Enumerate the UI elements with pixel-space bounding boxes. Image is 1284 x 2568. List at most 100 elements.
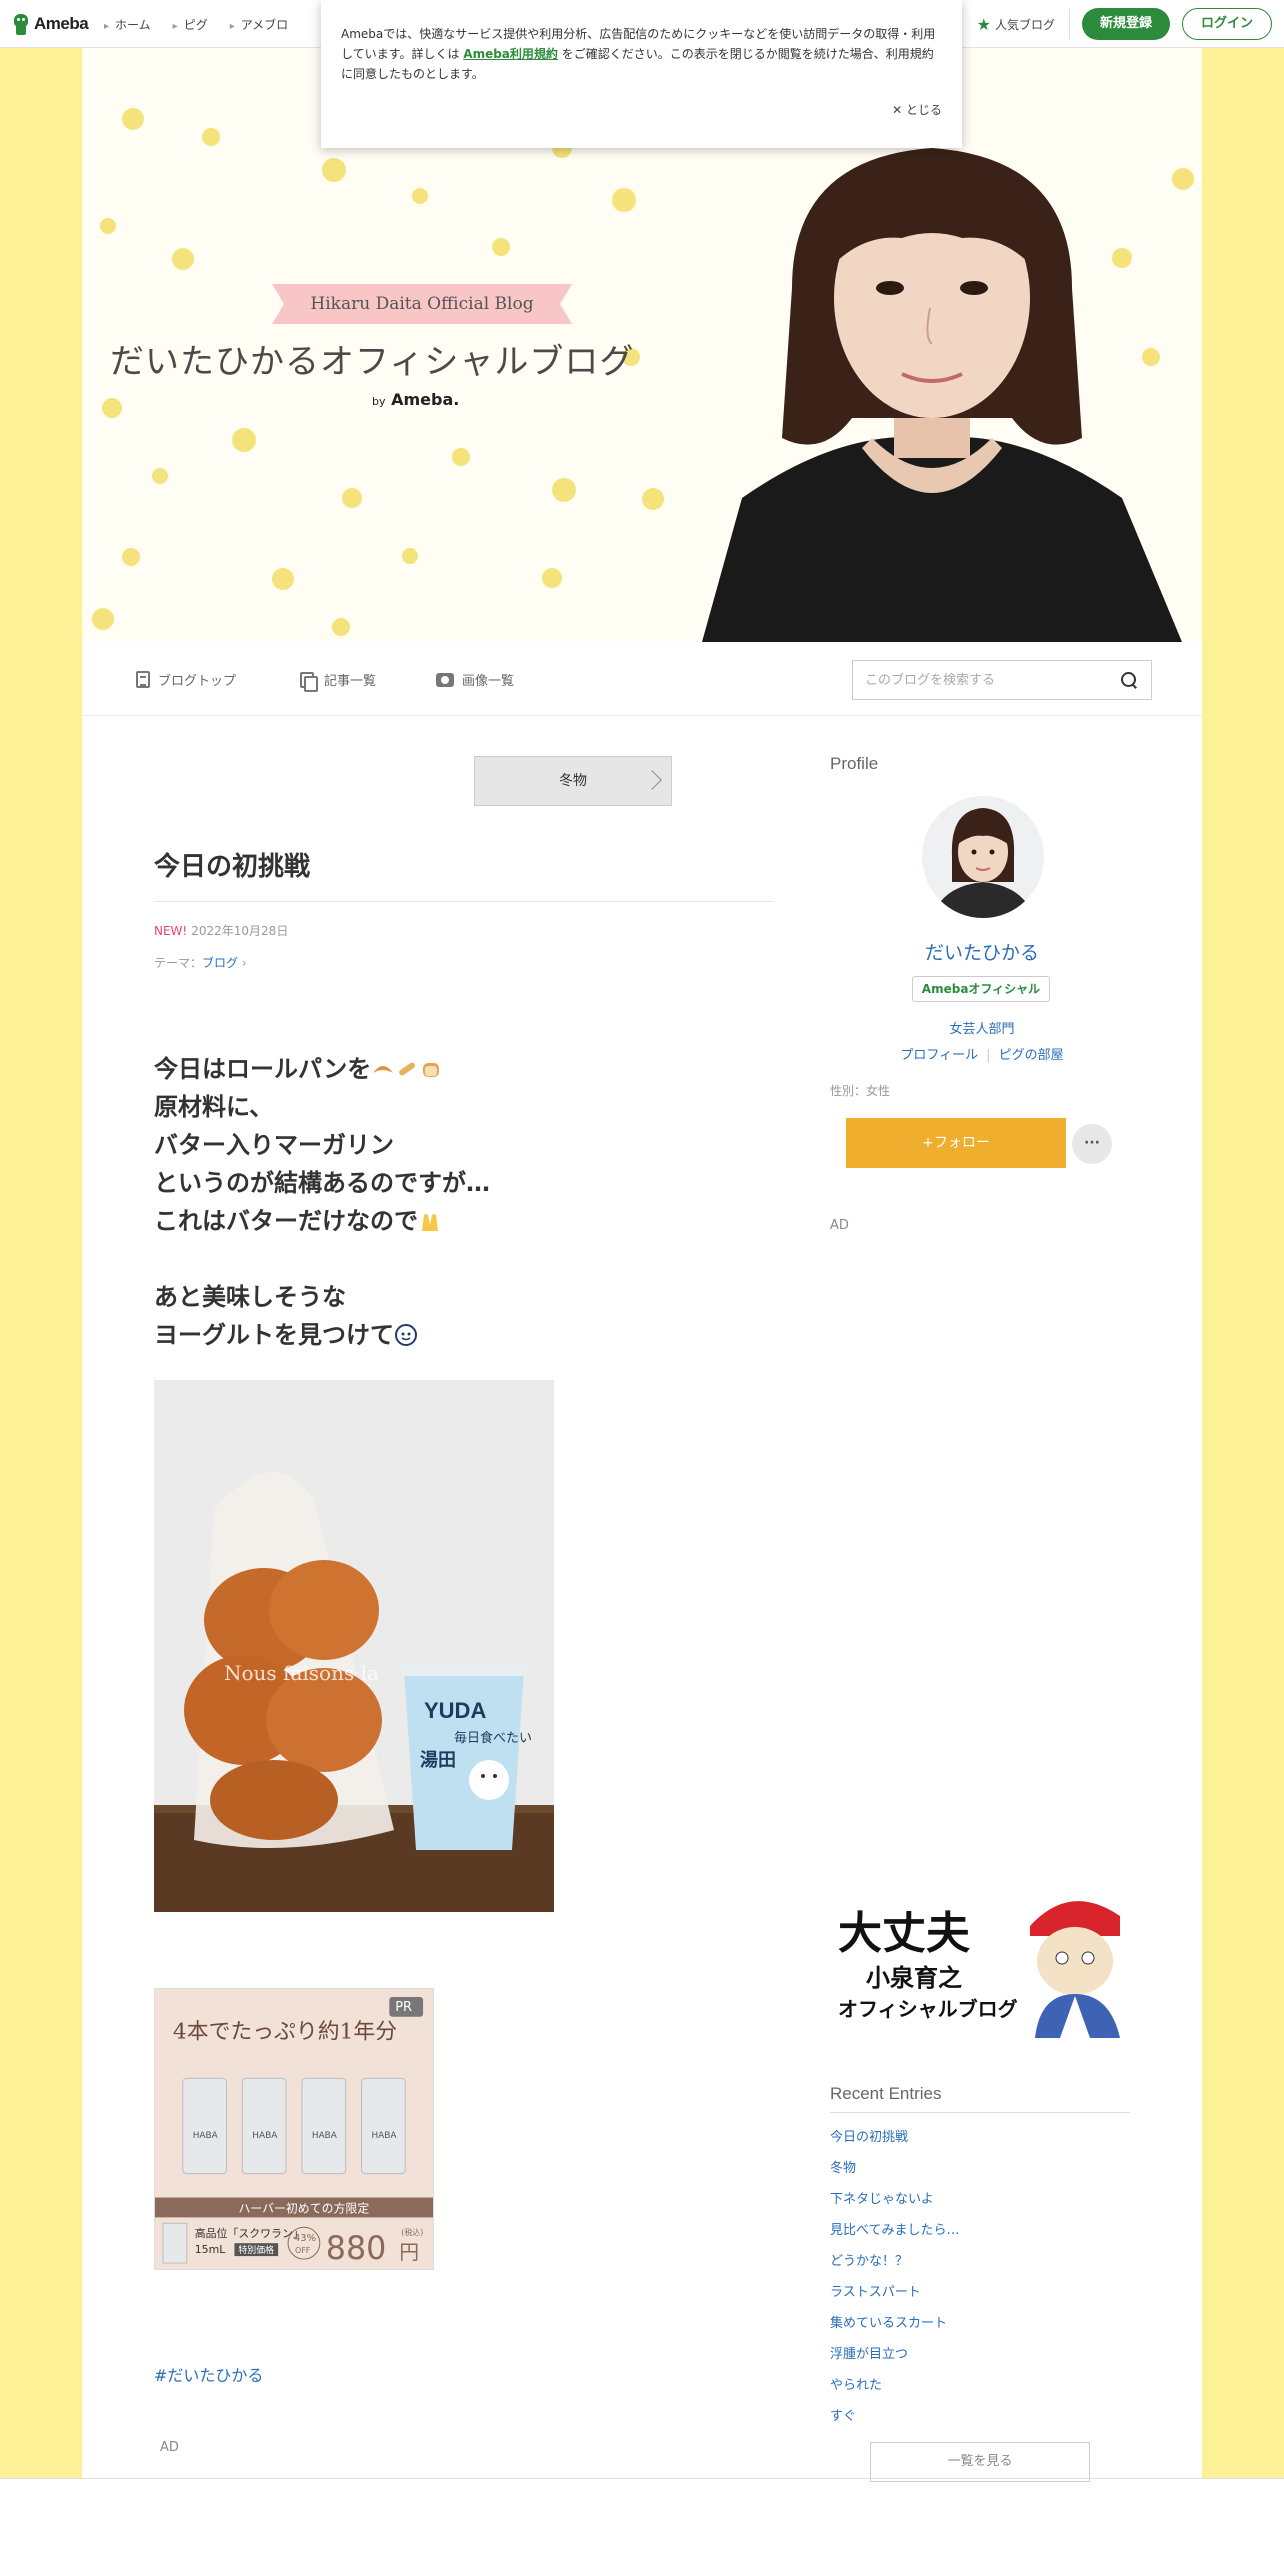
profile-category[interactable]: 女芸人部門 [842, 1018, 1122, 1037]
svg-text:毎日食べたい: 毎日食べたい [454, 1730, 532, 1746]
image-list-label: 画像一覧 [462, 674, 515, 689]
profile-links: プロフィール | ピグの部屋 [900, 1048, 1064, 1063]
document-icon [136, 671, 150, 688]
footer-divider [0, 2478, 1284, 2479]
bread-icon [423, 1063, 440, 1077]
svg-text:Nous faisons la: Nous faisons la [224, 1661, 379, 1685]
nav-link-pig[interactable]: ピグ [173, 16, 208, 33]
body-line: 今日はロールパンを [154, 1050, 490, 1088]
blog-top-link[interactable]: ブログトップ [136, 670, 236, 689]
article-title[interactable]: 今日の初挑戦 [154, 846, 774, 902]
face-icon [395, 1324, 417, 1346]
star-icon: ★ [976, 14, 991, 34]
ameba-logo-icon [12, 12, 30, 36]
recent-entry-link[interactable]: 見比べてみましたら… [830, 2219, 959, 2250]
article-meta: NEW! 2022年10月28日 [154, 922, 288, 939]
article-date: 2022年10月28日 [191, 924, 289, 938]
svg-text:大丈夫: 大丈夫 [838, 1908, 971, 1959]
svg-text:ハーバー初めての方限定: ハーバー初めての方限定 [238, 2201, 369, 2215]
left-background-band [0, 48, 82, 2478]
profile-avatar[interactable] [922, 796, 1044, 918]
recent-entry-link[interactable]: 浮腫が目立つ [830, 2343, 959, 2374]
theme-link[interactable]: ブログ [202, 956, 238, 970]
recent-entry-link[interactable]: 冬物 [830, 2157, 959, 2188]
popular-blog-link[interactable]: ★ 人気ブログ [977, 9, 1070, 39]
recent-entry-link[interactable]: やられた [830, 2374, 959, 2405]
popular-label: 人気ブログ [994, 17, 1055, 32]
nav-link-home[interactable]: ホーム [104, 16, 151, 33]
svg-text:43%: 43% [294, 2233, 316, 2244]
article-photo[interactable]: Nous faisons la YUDA 毎日食べたい 湯田 [154, 1380, 554, 1912]
ameba-logo[interactable]: Ameba [12, 12, 89, 36]
recent-entry-link[interactable]: どうかな！？ [830, 2250, 959, 2281]
svg-text:小泉育之: 小泉育之 [866, 1964, 962, 1992]
croissant-icon [373, 1066, 394, 1073]
profile-heading: Profile [830, 754, 879, 773]
ad-label: AD [160, 2440, 179, 2455]
svg-text:円: 円 [399, 2241, 419, 2264]
main-content: 冬物 今日の初挑戦 NEW! 2022年10月28日 テーマ：ブログ › 今日はロ… [82, 716, 1202, 2482]
body-line: バター入りマーガリン [154, 1131, 394, 1159]
gender-info: 性別：女性 [830, 1084, 891, 1098]
recent-entries-heading: Recent Entries [830, 2084, 1130, 2113]
svg-text:HABA: HABA [252, 2131, 278, 2141]
blogger-portrait [702, 148, 1182, 642]
chevron-right-icon [642, 770, 662, 790]
cookie-close-button[interactable]: ✕ とじる [892, 100, 942, 120]
blog-top-label: ブログトップ [158, 674, 237, 689]
terms-link[interactable]: Ameba利用規約 [463, 47, 558, 61]
recent-entry-link[interactable]: 集めているスカート [830, 2312, 959, 2343]
by-ameba-label: by Ameba. [372, 390, 460, 409]
profile-link[interactable]: プロフィール [900, 1048, 978, 1063]
copy-icon [300, 671, 318, 692]
blog-ribbon: Hikaru Daita Official Blog [272, 284, 572, 324]
blog-title[interactable]: だいたひかるオフィシャルブログ [110, 334, 634, 383]
search-input[interactable] [853, 661, 1103, 699]
svg-text:HABA: HABA [312, 2131, 338, 2141]
recent-entry-link[interactable]: 下ネタじゃないよ [830, 2188, 959, 2219]
baguette-icon [399, 1062, 416, 1076]
article-body: 今日はロールパンを 原材料に、 バター入りマーガリン というのが結構あるのですが… [154, 1050, 490, 1354]
svg-text:(税込): (税込) [401, 2227, 423, 2237]
nav-right: ★ 人気ブログ 新規登録 ログイン [977, 8, 1272, 40]
recent-entries-list: 今日の初挑戦 冬物 下ネタじゃないよ 見比べてみましたら… どうかな！？ ラスト… [830, 2126, 959, 2436]
svg-text:OFF: OFF [295, 2246, 311, 2255]
login-button[interactable]: ログイン [1181, 8, 1272, 40]
prev-entry-label: 冬物 [559, 773, 587, 789]
image-list-link[interactable]: 画像一覧 [436, 670, 514, 689]
more-options-button[interactable]: ··· [1072, 1124, 1112, 1164]
new-badge: NEW! [154, 924, 188, 938]
ad-banner[interactable]: PR 4本でたっぷり約1年分 HABA HABA HABA HABA ハーバー初… [154, 1988, 434, 2270]
logo-text: Ameba [34, 14, 89, 33]
search-icon[interactable] [1121, 672, 1137, 688]
body-line: これはバターだけなので [154, 1202, 490, 1240]
prev-entry-button[interactable]: 冬物 [474, 756, 672, 806]
follow-button[interactable]: +フォロー [846, 1118, 1066, 1168]
svg-text:特別価格: 特別価格 [238, 2244, 274, 2256]
svg-text:880: 880 [326, 2231, 387, 2267]
sidebar-banner[interactable]: 大丈夫 小泉育之 オフィシャルブログ [830, 1886, 1130, 2038]
svg-text:オフィシャルブログ: オフィシャルブログ [838, 1997, 1018, 2021]
svg-text:湯田: 湯田 [420, 1750, 456, 1771]
hashtag-link[interactable]: #だいたひかる [154, 2362, 263, 2386]
nav-link-ameblo[interactable]: アメブロ [230, 16, 288, 33]
recent-entry-link[interactable]: すぐ [830, 2405, 959, 2436]
svg-text:高品位「スクワラン」: 高品位「スクワラン」 [195, 2226, 304, 2240]
body-line: 原材料に、 [154, 1093, 274, 1121]
official-badge: Amebaオフィシャル [912, 976, 1050, 1002]
recent-entry-link[interactable]: ラストスパート [830, 2281, 959, 2312]
pig-room-link[interactable]: ピグの部屋 [999, 1048, 1064, 1063]
nav-links: ホーム ピグ アメブロ [104, 16, 288, 33]
entry-list-label: 記事一覧 [324, 674, 377, 689]
sidebar-ad-label: AD [830, 1218, 849, 1233]
svg-text:PR: PR [395, 2000, 412, 2015]
recent-entry-link[interactable]: 今日の初挑戦 [830, 2126, 959, 2157]
see-all-entries-button[interactable]: 一覧を見る [870, 2442, 1090, 2482]
register-button[interactable]: 新規登録 [1081, 8, 1170, 40]
cookie-consent-popup: Amebaでは、快適なサービス提供や利用分析、広告配信のためにクッキーなどを使い… [321, 0, 962, 148]
profile-name[interactable]: だいたひかる [842, 938, 1122, 965]
body-line: ヨーグルトを見つけて [154, 1316, 490, 1354]
entry-list-link[interactable]: 記事一覧 [300, 670, 377, 692]
svg-text:15mL: 15mL [195, 2243, 227, 2256]
body-line: あと美味しそうな [154, 1283, 346, 1311]
